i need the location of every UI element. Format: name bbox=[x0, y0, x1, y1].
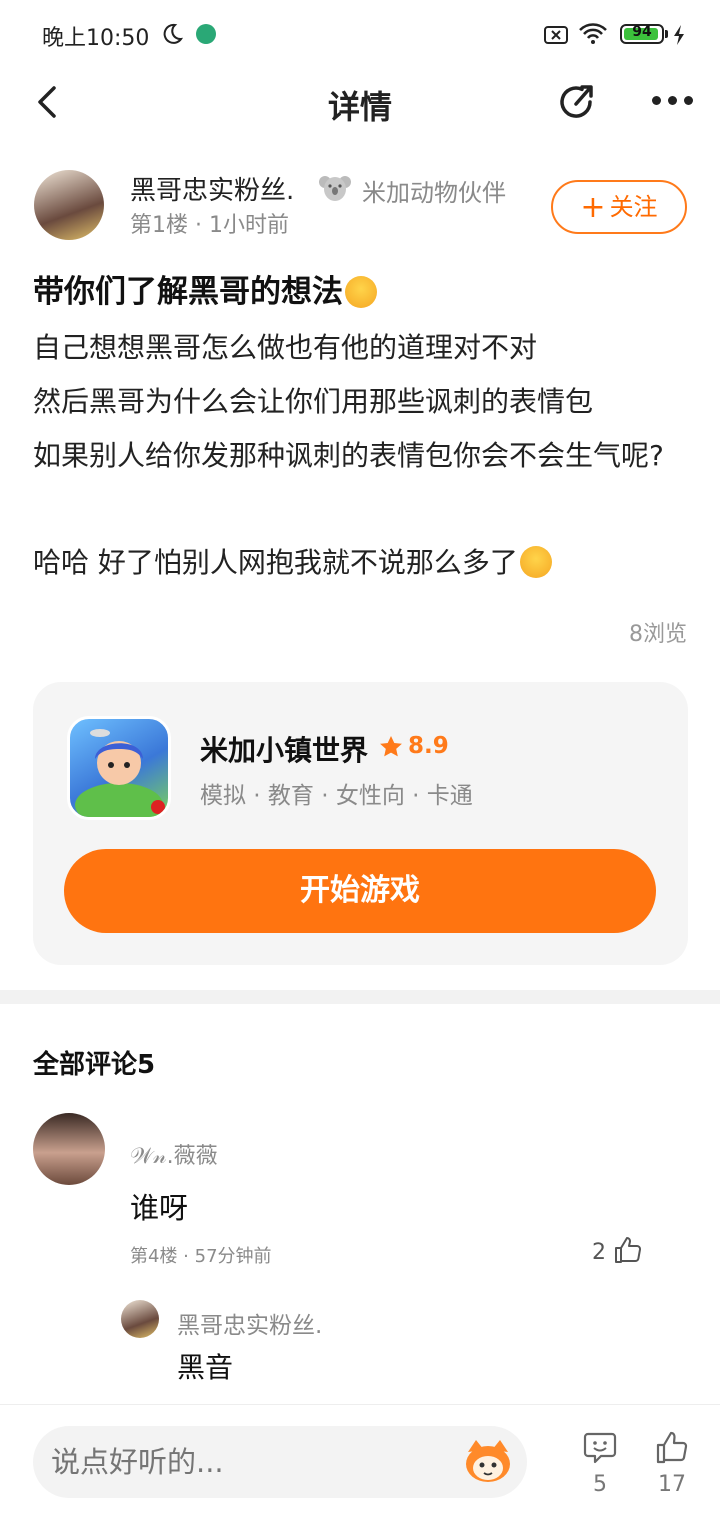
battery-icon: 94 bbox=[620, 24, 664, 44]
game-rating: 8.9 bbox=[408, 733, 449, 759]
globe-icon bbox=[196, 24, 216, 44]
author-avatar[interactable] bbox=[34, 170, 104, 240]
reply-avatar[interactable] bbox=[121, 1300, 159, 1338]
wifi-icon bbox=[579, 23, 607, 44]
author-badge: 米加动物伙伴 bbox=[362, 179, 506, 207]
reply-user-name[interactable]: 黑哥忠实粉丝. bbox=[177, 1306, 322, 1340]
comment-icon[interactable] bbox=[582, 1430, 618, 1466]
comment-count: 5 bbox=[593, 1472, 607, 1497]
battery-tip bbox=[665, 30, 668, 38]
post-title-text: 带你们了解黑哥的想法 bbox=[33, 274, 343, 310]
commenter-name[interactable]: 𝒲𝓃.薇薇 bbox=[130, 1138, 218, 1170]
comments-title: 全部评论5 bbox=[33, 1050, 156, 1080]
start-game-button[interactable]: 开始游戏 bbox=[64, 849, 656, 933]
game-art-icon bbox=[75, 729, 165, 817]
koala-badge-icon bbox=[319, 176, 351, 201]
post-meta: 第1楼 · 1小时前 bbox=[130, 213, 289, 238]
battery-level: 94 bbox=[632, 24, 652, 40]
follow-label: 关注 bbox=[609, 193, 658, 221]
post-line: 哈哈 好了怕别人网抱我就不说那么多了 bbox=[33, 541, 552, 581]
author-name[interactable]: 黑哥忠实粉丝. bbox=[130, 170, 294, 207]
emoji-mascot-icon[interactable] bbox=[462, 1438, 514, 1484]
comment-like-count: 2 bbox=[592, 1240, 606, 1265]
page-title: 详情 bbox=[327, 88, 392, 126]
comment-text[interactable]: 谁呀 bbox=[130, 1185, 188, 1227]
like-count: 17 bbox=[658, 1472, 686, 1497]
plus-icon: + bbox=[580, 190, 606, 225]
more-options-icon[interactable] bbox=[650, 96, 694, 106]
post-line: 然后黑哥为什么会让你们用那些讽刺的表情包 bbox=[33, 385, 594, 418]
star-icon bbox=[380, 736, 402, 757]
game-tags: 模拟 · 教育 · 女性向 · 卡通 bbox=[200, 783, 473, 809]
post-line: 自己想想黑哥怎么做也有他的道理对不对 bbox=[33, 331, 538, 364]
post-title: 带你们了解黑哥的想法 bbox=[33, 266, 377, 311]
charging-icon bbox=[674, 25, 684, 45]
game-name[interactable]: 米加小镇世界 bbox=[200, 729, 368, 769]
share-icon[interactable] bbox=[554, 80, 598, 124]
relieved-face-emoji-icon bbox=[519, 546, 552, 578]
commenter-avatar[interactable] bbox=[33, 1113, 105, 1185]
thumbs-up-icon[interactable] bbox=[612, 1234, 644, 1266]
post-line: 如果别人给你发那种讽刺的表情包你会不会生气呢? bbox=[33, 439, 664, 472]
like-icon[interactable] bbox=[654, 1430, 690, 1466]
post-line-text: 哈哈 好了怕别人网抱我就不说那么多了 bbox=[33, 546, 518, 579]
moon-icon bbox=[163, 23, 184, 44]
follow-button[interactable]: + 关注 bbox=[551, 180, 687, 234]
section-divider bbox=[0, 990, 720, 1004]
no-sim-icon bbox=[544, 26, 568, 44]
reply-text[interactable]: 黑音 bbox=[177, 1346, 233, 1386]
comment-meta: 第4楼 · 57分钟前 bbox=[130, 1246, 272, 1267]
view-count: 8浏览 bbox=[629, 622, 687, 647]
mask-face-emoji-icon bbox=[345, 276, 377, 308]
comment-input[interactable] bbox=[33, 1426, 527, 1498]
game-app-icon[interactable] bbox=[67, 716, 171, 820]
status-time: 晚上10:50 bbox=[42, 26, 150, 51]
